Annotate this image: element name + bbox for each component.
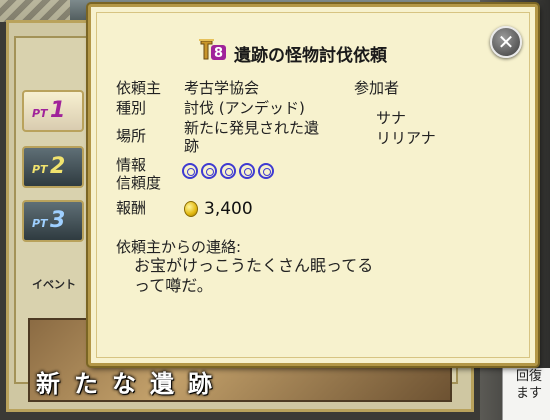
close-icon: ✕	[497, 30, 515, 54]
reliability-ring-icon	[182, 163, 198, 179]
dialog-title: 遺跡の怪物討伐依頼	[234, 46, 387, 66]
reliability-ring-icon	[201, 163, 217, 179]
party-tab-number: 1	[50, 98, 66, 123]
party-tab-1[interactable]: PT 1	[22, 90, 84, 132]
participant-name: リリアナ	[376, 129, 436, 147]
reward-value: 3,400	[204, 199, 253, 219]
party-tab-number: 2	[50, 154, 66, 179]
right-info-text: 回復 ます	[516, 369, 543, 401]
party-tab-2[interactable]: PT 2	[22, 146, 84, 188]
participants-label: 参加者	[354, 79, 400, 97]
reliability-rating	[182, 163, 277, 183]
event-banner-text: 新たな遺跡	[36, 370, 226, 398]
event-label: イベント	[32, 278, 76, 291]
reward-label: 報酬	[116, 199, 147, 217]
rank-number: 8	[214, 46, 223, 61]
party-tab-prefix: PT	[32, 107, 48, 120]
reliability-label-line2: 信頼度	[116, 174, 162, 192]
message-body: お宝がけっこうたくさん眠ってる って噂だ。	[134, 256, 444, 296]
participant-name: サナ	[376, 109, 407, 127]
location-value-line1: 新たに発見された遺	[184, 119, 320, 137]
message-label: 依頼主からの連絡:	[116, 238, 242, 256]
location-label: 場所	[116, 127, 147, 145]
reliability-ring-icon	[220, 163, 236, 179]
type-value: 討伐 (アンデッド)	[184, 99, 305, 117]
top-bar-decoration	[0, 0, 70, 22]
party-tab-prefix: PT	[32, 163, 48, 176]
party-tab-prefix: PT	[32, 217, 48, 230]
close-button[interactable]: ✕	[490, 26, 522, 58]
message-line: お宝がけっこうたくさん眠ってる	[134, 256, 374, 275]
party-tab-3[interactable]: PT 3	[22, 200, 84, 242]
party-tab-number: 3	[50, 208, 66, 233]
rank-badge-icon: 8	[199, 39, 226, 61]
reliability-label-line1: 情報	[116, 156, 147, 174]
type-label: 種別	[116, 99, 147, 117]
location-value-line2: 跡	[184, 137, 200, 155]
message-line: って噂だ。	[134, 276, 213, 295]
reliability-ring-icon	[239, 163, 255, 179]
gold-coin-icon	[184, 201, 198, 217]
reliability-ring-icon	[258, 163, 274, 179]
client-value: 考古学協会	[184, 79, 260, 97]
client-label: 依頼主	[116, 79, 162, 97]
